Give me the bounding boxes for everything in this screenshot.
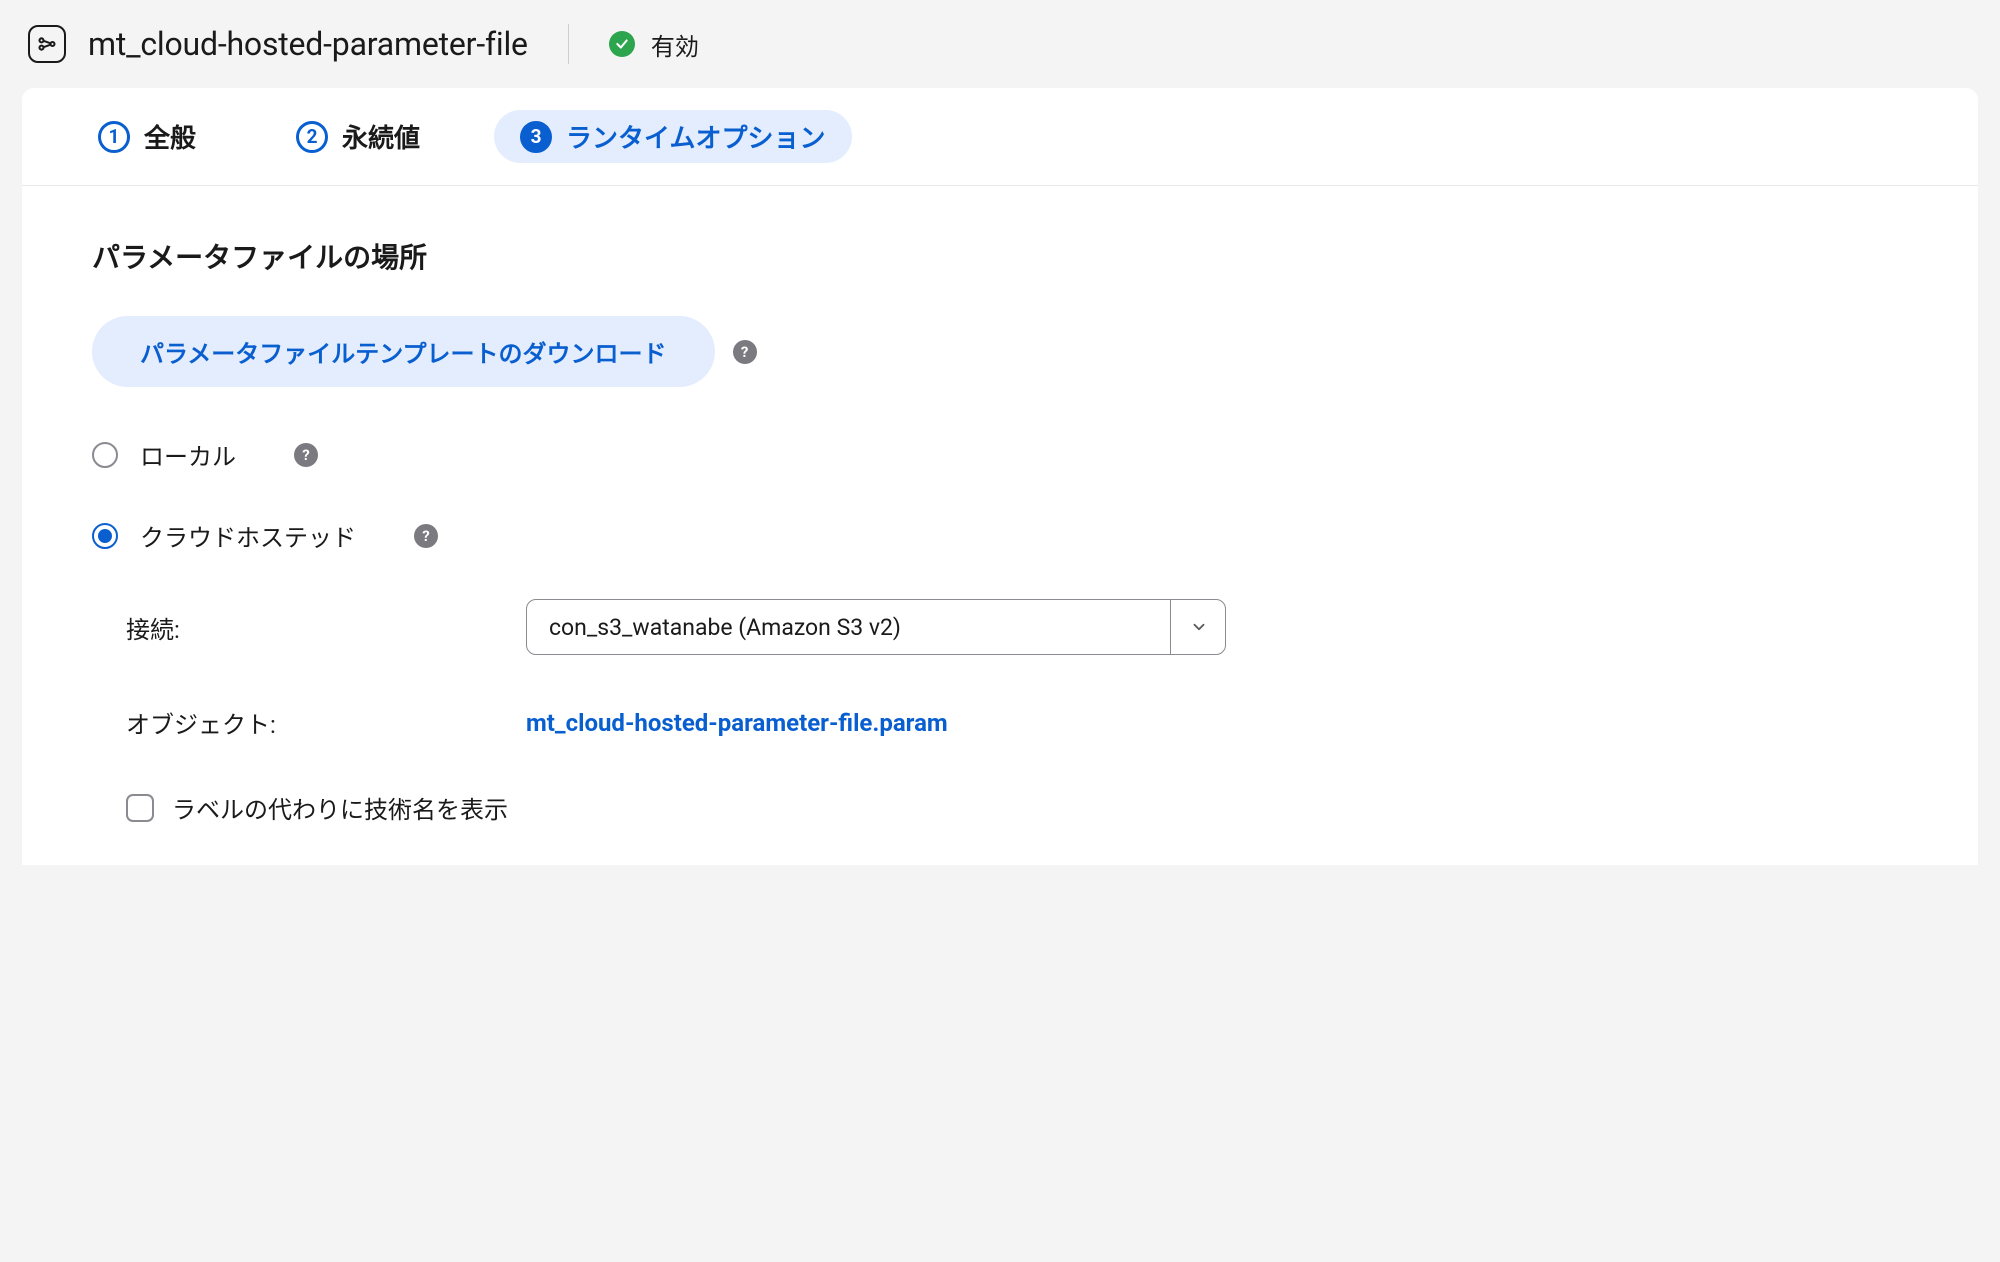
tab-label: 全般 — [144, 118, 196, 155]
object-label: オブジェクト: — [126, 705, 526, 740]
tab-persistent[interactable]: 2 永続値 — [270, 110, 446, 163]
divider — [568, 24, 569, 64]
connection-select[interactable]: con_s3_watanabe (Amazon S3 v2) — [526, 599, 1226, 655]
radio-cloud-label: クラウドホステッド — [140, 518, 356, 553]
help-icon[interactable]: ? — [414, 524, 438, 548]
object-value-link[interactable]: mt_cloud-hosted-parameter-file.param — [526, 709, 948, 737]
connection-label: 接続: — [126, 610, 526, 645]
tab-number: 2 — [296, 121, 328, 153]
radio-local-label: ローカル — [140, 437, 236, 472]
tab-general[interactable]: 1 全般 — [72, 110, 222, 163]
status-valid-icon — [609, 31, 635, 57]
radio-cloud-hosted[interactable] — [92, 523, 118, 549]
tab-runtime-options[interactable]: 3 ランタイムオプション — [494, 110, 851, 163]
radio-local[interactable] — [92, 442, 118, 468]
section-title: パラメータファイルの場所 — [92, 236, 1908, 276]
tech-names-checkbox[interactable] — [126, 794, 154, 822]
status-label: 有効 — [651, 27, 699, 62]
task-icon — [28, 25, 66, 63]
tab-label: 永続値 — [342, 118, 420, 155]
page-title: mt_cloud-hosted-parameter-file — [88, 25, 528, 63]
tab-number: 1 — [98, 121, 130, 153]
help-icon[interactable]: ? — [294, 443, 318, 467]
download-template-button[interactable]: パラメータファイルテンプレートのダウンロード — [92, 316, 715, 387]
help-icon[interactable]: ? — [733, 340, 757, 364]
tab-number: 3 — [520, 121, 552, 153]
tech-names-label: ラベルの代わりに技術名を表示 — [172, 790, 508, 825]
tab-label: ランタイムオプション — [566, 118, 825, 155]
